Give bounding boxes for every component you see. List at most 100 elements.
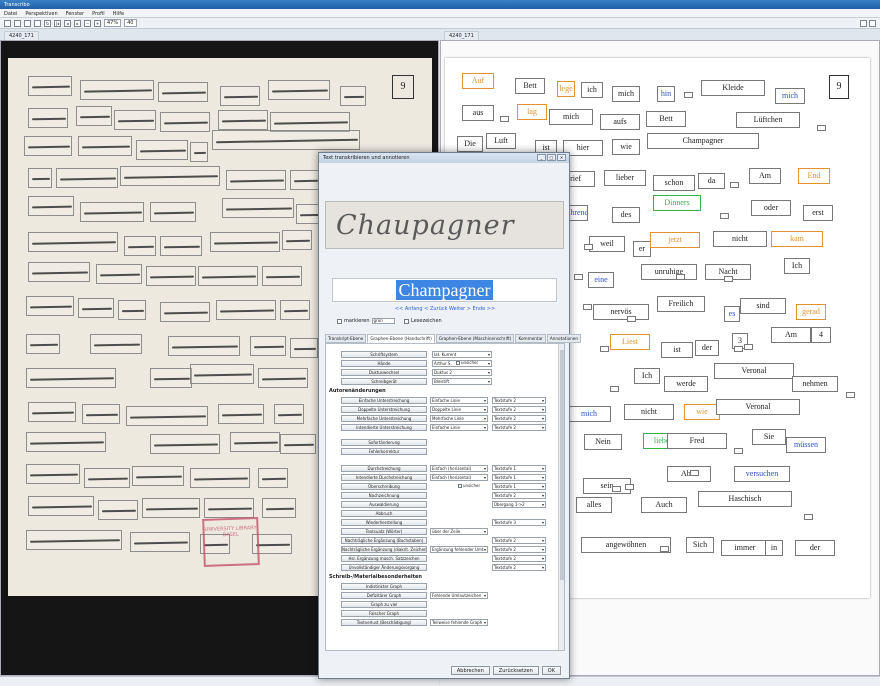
- new-icon[interactable]: [4, 19, 11, 27]
- handwriting-word-box[interactable]: [198, 266, 258, 286]
- form-value-select[interactable]: Teilweise fehlende Graph: [430, 619, 488, 626]
- handwriting-word-box[interactable]: [150, 368, 192, 388]
- handwriting-word-box[interactable]: [168, 336, 240, 356]
- handwriting-word-box[interactable]: [136, 140, 188, 160]
- menu-profile[interactable]: Profil: [92, 11, 104, 17]
- handwriting-word-box[interactable]: [218, 404, 264, 424]
- transcription-word[interactable]: Auf: [462, 73, 494, 89]
- annotation-marker[interactable]: [804, 514, 813, 520]
- transcription-word[interactable]: kam: [771, 231, 823, 247]
- form-field-button[interactable]: Hsl. Ergänzung masch. Satzzeichen: [341, 555, 427, 562]
- dialog-tab[interactable]: Graphen-Ebene (Handschrift): [367, 334, 435, 343]
- handwriting-word-box[interactable]: [262, 266, 302, 286]
- dialog-button-reset[interactable]: Zurücksetzen: [492, 666, 539, 675]
- transcription-word[interactable]: ist: [661, 342, 693, 358]
- handwriting-word-box[interactable]: [258, 368, 308, 388]
- form-value-select[interactable]: Bleistift: [432, 378, 492, 385]
- handwriting-word-box[interactable]: [26, 368, 116, 388]
- layout-icon[interactable]: [34, 19, 41, 27]
- transcription-word[interactable]: aufs: [600, 114, 640, 130]
- form-field-button[interactable]: Überschreibung: [341, 483, 427, 490]
- transcription-word[interactable]: gerad: [796, 304, 826, 320]
- handwriting-word-box[interactable]: [282, 230, 312, 250]
- transcription-word[interactable]: wie: [684, 404, 720, 420]
- handwriting-word-box[interactable]: [270, 112, 350, 132]
- annotation-marker[interactable]: [584, 244, 593, 250]
- form-field-button[interactable]: Unvollständiger Änderungsvorgang: [341, 564, 427, 571]
- unsicher-checkbox[interactable]: [456, 360, 460, 365]
- transcription-word[interactable]: lege: [557, 81, 575, 97]
- transcription-word[interactable]: lieber: [604, 170, 646, 186]
- handwriting-word-box[interactable]: [218, 110, 268, 130]
- annotation-marker[interactable]: [583, 304, 592, 310]
- transcription-word[interactable]: sein: [583, 478, 631, 494]
- annotation-marker[interactable]: [734, 346, 743, 352]
- annotation-marker[interactable]: [627, 316, 636, 322]
- transcription-word[interactable]: unruhige: [641, 264, 697, 280]
- form-field-button[interactable]: Doppelte Unterstreichung: [341, 406, 427, 413]
- markieren-checkbox[interactable]: [337, 318, 342, 324]
- handwriting-word-box[interactable]: [250, 336, 286, 356]
- tab-right[interactable]: 4240_171: [444, 31, 479, 40]
- form-field-button[interactable]: Mehrfache Unterstreichung: [341, 415, 427, 422]
- handwriting-word-box[interactable]: [150, 202, 196, 222]
- transcription-word[interactable]: Kleide: [701, 80, 765, 96]
- handwriting-word-box[interactable]: [126, 406, 208, 426]
- transcription-word[interactable]: hin: [657, 86, 675, 102]
- handwriting-word-box[interactable]: [28, 168, 52, 188]
- form-stage-select[interactable]: Textstufe 1: [492, 474, 546, 481]
- maximize-icon[interactable]: □: [547, 154, 556, 161]
- handwriting-word-box[interactable]: [28, 108, 68, 128]
- transcription-word[interactable]: weil: [589, 236, 625, 252]
- transcription-word[interactable]: Am: [749, 168, 781, 184]
- handwriting-word-box[interactable]: [160, 302, 210, 322]
- form-stage-select[interactable]: Textstufe 2: [492, 555, 546, 562]
- handwriting-word-box[interactable]: [290, 170, 320, 190]
- annotation-marker[interactable]: [625, 484, 634, 490]
- next-page-icon[interactable]: ▸: [74, 19, 81, 27]
- transcription-word[interactable]: Sie: [752, 429, 786, 445]
- handwriting-word-box[interactable]: [268, 80, 330, 100]
- transcription-word[interactable]: Sich: [686, 537, 714, 553]
- annotation-marker[interactable]: [684, 92, 693, 98]
- transcription-word[interactable]: Ich: [634, 368, 660, 384]
- handwriting-word-box[interactable]: [114, 110, 156, 130]
- transcription-word[interactable]: erst: [803, 205, 833, 221]
- dialog-tab[interactable]: Graphen-Ebene (Maschinenschrift): [435, 334, 515, 343]
- handwriting-word-box[interactable]: [28, 76, 72, 96]
- form-value-select[interactable]: Doppelte Linie: [430, 406, 488, 413]
- dialog-tab[interactable]: Kommentar: [515, 334, 546, 343]
- transcription-word[interactable]: oder: [751, 200, 791, 216]
- page-field[interactable]: 40: [124, 19, 137, 27]
- handwriting-word-box[interactable]: [80, 80, 154, 100]
- transcription-word[interactable]: müssen: [786, 437, 826, 453]
- handwriting-word-box[interactable]: [280, 434, 316, 454]
- form-field-button[interactable]: Schriftsystem: [341, 351, 427, 358]
- form-stage-select[interactable]: Textstufe 2: [492, 424, 546, 431]
- menu-help[interactable]: Hilfe: [113, 11, 124, 17]
- annotation-marker[interactable]: [817, 125, 826, 131]
- form-value-select[interactable]: über der Zeile: [430, 528, 488, 535]
- form-field-button[interactable]: Nachträgliche Ergänzung (Buchstaben): [341, 537, 427, 544]
- form-value-select[interactable]: Ergänzung fehlender Umt.: [430, 546, 488, 553]
- transcription-word[interactable]: alles: [576, 497, 612, 513]
- transcription-word[interactable]: Veronal: [714, 363, 794, 379]
- zoom-field[interactable]: 47%: [104, 19, 122, 27]
- transcription-word[interactable]: Haschisch: [698, 491, 792, 507]
- form-field-button[interactable]: Nachträgliche Ergänzung (diakrit. Zeiche…: [341, 546, 427, 553]
- handwriting-word-box[interactable]: [78, 298, 114, 318]
- lesezeichen-check[interactable]: Lesezeichen: [404, 318, 442, 324]
- handwriting-word-box[interactable]: [216, 300, 276, 320]
- handwriting-word-box[interactable]: [26, 334, 60, 354]
- handwriting-word-box[interactable]: [220, 86, 260, 106]
- tab-left[interactable]: 4240_171: [4, 31, 39, 40]
- transcription-word[interactable]: Lüftchen: [736, 112, 800, 128]
- form-field-button[interactable]: Textverlust (Beschädigung): [341, 619, 427, 626]
- minimize-icon[interactable]: _: [537, 154, 546, 161]
- form-value-select[interactable]: lat. Kurrent: [432, 351, 492, 358]
- transcription-word[interactable]: werde: [664, 376, 708, 392]
- unsicher-checkbox[interactable]: [458, 483, 462, 488]
- handwriting-word-box[interactable]: [28, 496, 94, 516]
- annotation-marker[interactable]: [676, 274, 685, 280]
- handwriting-word-box[interactable]: [230, 432, 280, 452]
